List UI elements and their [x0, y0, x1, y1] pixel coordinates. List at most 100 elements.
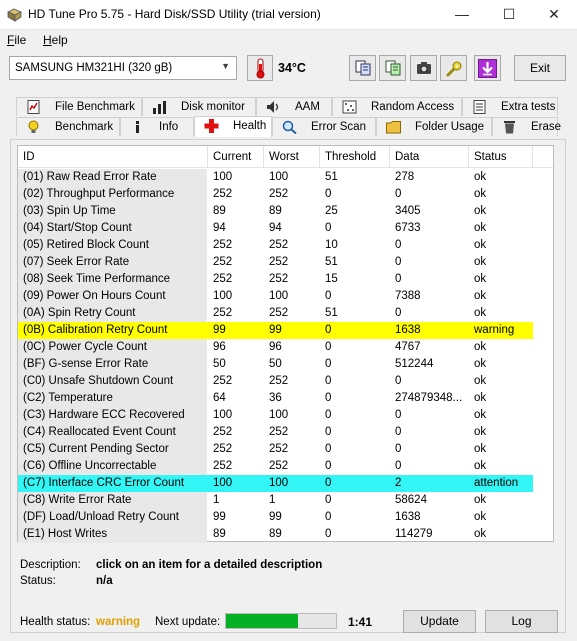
tab-disk-monitor[interactable]: Disk monitor	[142, 97, 256, 116]
tab-label: File Benchmark	[55, 101, 135, 113]
cell-threshold: 0	[325, 222, 332, 234]
cell-id: (01) Raw Read Error Rate	[23, 171, 157, 183]
update-button[interactable]: Update	[403, 610, 476, 633]
app-icon	[7, 8, 22, 22]
cell-worst: 252	[269, 188, 289, 200]
menu-help[interactable]: Help	[43, 33, 68, 47]
cell-id: (C8) Write Error Rate	[23, 494, 132, 506]
table-row[interactable]: (0B) Calibration Retry Count 99 99 0 1638 war…	[18, 322, 533, 339]
exit-button[interactable]: Exit	[514, 55, 566, 81]
cell-data: 0	[395, 307, 402, 319]
table-row[interactable]: (C3) Hardware ECC Recovered 100 100 0 0 ok	[18, 407, 533, 424]
cell-data: 0	[395, 375, 402, 387]
status-value: n/a	[96, 575, 113, 587]
minimize-button[interactable]: —	[439, 0, 485, 29]
table-row[interactable]: (0A) Spin Retry Count 252 252 51 0 ok	[18, 305, 533, 322]
cell-worst: 252	[269, 256, 289, 268]
tab-random-access[interactable]: Random Access	[332, 97, 462, 116]
column-header-worst[interactable]: Worst	[264, 146, 320, 168]
health-status-value: warning	[96, 616, 141, 628]
cell-data: 1638	[395, 324, 421, 336]
smart-table[interactable]: ID Current Worst Threshold Data Status (…	[17, 145, 554, 543]
table-row[interactable]: (C5) Current Pending Sector 252 252 0 0 ok	[18, 441, 533, 458]
table-row[interactable]: (C8) Write Error Rate 1 1 0 58624 ok	[18, 492, 533, 509]
cell-status: ok	[474, 443, 487, 455]
cell-status: ok	[474, 358, 487, 370]
table-row[interactable]: (04) Start/Stop Count 94 94 0 6733 ok	[18, 220, 533, 237]
table-row[interactable]: (0C) Power Cycle Count 96 96 0 4767 ok	[18, 339, 533, 356]
table-row[interactable]: (01) Raw Read Error Rate 100 100 51 278 ok	[18, 169, 533, 186]
table-row[interactable]: (E1) Host Writes 89 89 0 114279 ok	[18, 526, 533, 543]
tab-label: Disk monitor	[181, 101, 245, 113]
table-row[interactable]: (C2) Temperature 64 36 0 274879348... ok	[18, 390, 533, 407]
cell-worst: 89	[269, 205, 282, 217]
table-row[interactable]: (05) Retired Block Count 252 252 10 0 ok	[18, 237, 533, 254]
cell-data: 0	[395, 409, 402, 421]
cell-id: (E1) Host Writes	[23, 528, 108, 540]
tab-health[interactable]: Health	[194, 116, 272, 137]
column-header-status[interactable]: Status	[469, 146, 533, 168]
cell-data: 58624	[395, 494, 427, 506]
tab-aam[interactable]: AAM	[256, 97, 332, 116]
cell-worst: 100	[269, 290, 289, 302]
column-header-current[interactable]: Current	[208, 146, 264, 168]
tab-extra-tests[interactable]: Extra tests	[462, 97, 558, 116]
table-row[interactable]: (C6) Offline Uncorrectable 252 252 0 0 ok	[18, 458, 533, 475]
copy-icon	[355, 60, 371, 76]
tab-erase[interactable]: Erase	[492, 117, 561, 136]
cell-data: 0	[395, 188, 402, 200]
column-header-threshold[interactable]: Threshold	[320, 146, 390, 168]
tab-folder-usage[interactable]: Folder Usage	[376, 117, 492, 136]
table-row[interactable]: (BF) G-sense Error Rate 50 50 0 512244 ok	[18, 356, 533, 373]
options-button[interactable]	[440, 55, 467, 81]
table-row[interactable]: (03) Spin Up Time 89 89 25 3405 ok	[18, 203, 533, 220]
temperature-button[interactable]	[247, 55, 273, 81]
cell-status: ok	[474, 341, 487, 353]
tab-info[interactable]: Info	[120, 117, 194, 136]
cell-threshold: 0	[325, 528, 332, 540]
cell-worst: 252	[269, 426, 289, 438]
tab-benchmark[interactable]: Benchmark	[16, 117, 120, 136]
tab-label: Extra tests	[501, 101, 556, 113]
cell-threshold: 0	[325, 375, 332, 387]
table-row[interactable]: (DF) Load/Unload Retry Count 99 99 0 1638 ok	[18, 509, 533, 526]
tab-label: Health	[233, 120, 267, 132]
table-row[interactable]: (C0) Unsafe Shutdown Count 252 252 0 0 ok	[18, 373, 533, 390]
tab-label: Folder Usage	[415, 121, 485, 133]
cell-worst: 89	[269, 528, 282, 540]
log-button[interactable]: Log	[485, 610, 558, 633]
column-header-id[interactable]: ID	[18, 146, 208, 168]
column-header-data[interactable]: Data	[390, 146, 469, 168]
cell-status: ok	[474, 273, 487, 285]
close-button[interactable]: ✕	[531, 0, 577, 29]
cell-current: 89	[213, 205, 226, 217]
cell-data: 0	[395, 426, 402, 438]
save-button[interactable]	[474, 55, 501, 81]
tab-label: Info	[159, 121, 179, 133]
menu-file[interactable]: File	[7, 33, 26, 47]
tab-label: Random Access	[371, 101, 455, 113]
cell-status: ok	[474, 409, 487, 421]
screenshot-button[interactable]	[410, 55, 437, 81]
table-row[interactable]: (C7) Interface CRC Error Count 100 100 0 2 at…	[18, 475, 533, 492]
cell-status: ok	[474, 290, 487, 302]
table-row[interactable]: (08) Seek Time Performance 252 252 15 0 ok	[18, 271, 533, 288]
table-row[interactable]: (02) Throughput Performance 252 252 0 0 ok	[18, 186, 533, 203]
cell-status: ok	[474, 426, 487, 438]
cell-status: ok	[474, 494, 487, 506]
tab-error-scan[interactable]: Error Scan	[272, 117, 376, 136]
table-row[interactable]: (09) Power On Hours Count 100 100 0 7388 ok	[18, 288, 533, 305]
maximize-button[interactable]: ☐	[486, 0, 532, 29]
copy-all-button[interactable]	[379, 55, 406, 81]
cell-current: 252	[213, 188, 233, 200]
table-row[interactable]: (C4) Reallocated Event Count 252 252 0 0 ok	[18, 424, 533, 441]
cell-id: (0B) Calibration Retry Count	[23, 324, 168, 336]
cell-id: (0C) Power Cycle Count	[23, 341, 147, 353]
cell-current: 1	[213, 494, 220, 506]
cell-threshold: 0	[325, 392, 332, 404]
copy-info-button[interactable]	[349, 55, 376, 81]
table-row[interactable]: (07) Seek Error Rate 252 252 51 0 ok	[18, 254, 533, 271]
cell-data: 278	[395, 171, 415, 183]
drive-select[interactable]: SAMSUNG HM321HI (320 gB) ▼	[9, 56, 237, 80]
tab-file-benchmark[interactable]: File Benchmark	[16, 97, 142, 116]
